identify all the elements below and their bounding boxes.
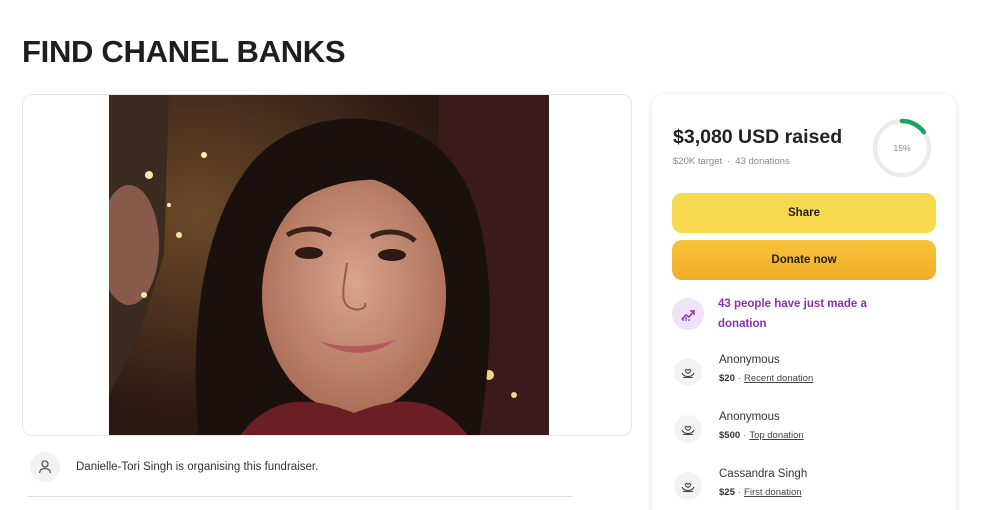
donation-count: 43 donations [735, 156, 790, 167]
heart-hands-icon [674, 415, 702, 443]
donation-amount: $20 [719, 373, 735, 384]
donor-name: Cassandra Singh [719, 468, 808, 480]
donor-name: Anonymous [719, 354, 780, 366]
donation-detail: $20 · Recent donation [719, 373, 813, 384]
page-title: FIND CHANEL BANKS [22, 34, 346, 69]
heart-hands-icon [674, 472, 702, 500]
donation-separator: · [743, 430, 747, 441]
donation-separator: · [737, 487, 742, 498]
organiser-row: Danielle-Tori Singh is organising this f… [30, 452, 590, 482]
donation-tag-link[interactable]: Top donation [749, 430, 803, 441]
share-button[interactable]: Share [672, 193, 936, 233]
donation-tag-link[interactable]: First donation [744, 487, 802, 498]
recent-activity-text: 43 people have just made a donation [718, 298, 867, 330]
donation-detail: $25 · First donation [719, 487, 802, 498]
heart-hands-icon [674, 358, 702, 386]
donation-detail: $500 · Top donation [719, 430, 804, 441]
campaign-photo-card [22, 94, 632, 436]
trending-up-icon [672, 298, 704, 330]
raised-meta: $20K target · 43 donations [673, 156, 790, 167]
donation-item: Cassandra Singh $25 · First donation [672, 466, 936, 506]
person-icon [30, 452, 60, 482]
donate-now-button[interactable]: Donate now [672, 240, 936, 280]
organiser-text: Danielle-Tori Singh is organising this f… [76, 461, 319, 473]
target-amount: $20K target [673, 156, 723, 167]
recent-activity-banner: 43 people have just made a donation [672, 294, 936, 334]
donation-sidebar: $3,080 USD raised $20K target · 43 donat… [652, 94, 956, 510]
raised-amount: $3,080 USD raised [673, 126, 843, 148]
meta-separator: · [727, 156, 731, 167]
donation-separator: · [737, 373, 742, 384]
donor-name: Anonymous [719, 411, 780, 423]
donation-item: Anonymous $20 · Recent donation [672, 352, 936, 392]
donation-amount: $25 [719, 487, 735, 498]
progress-percent: 15% [893, 143, 911, 153]
campaign-photo [109, 95, 549, 435]
divider [28, 496, 572, 497]
donation-amount: $500 [719, 430, 741, 441]
donation-tag-link[interactable]: Recent donation [744, 373, 813, 384]
donation-item: Anonymous $500 · Top donation [672, 409, 936, 449]
